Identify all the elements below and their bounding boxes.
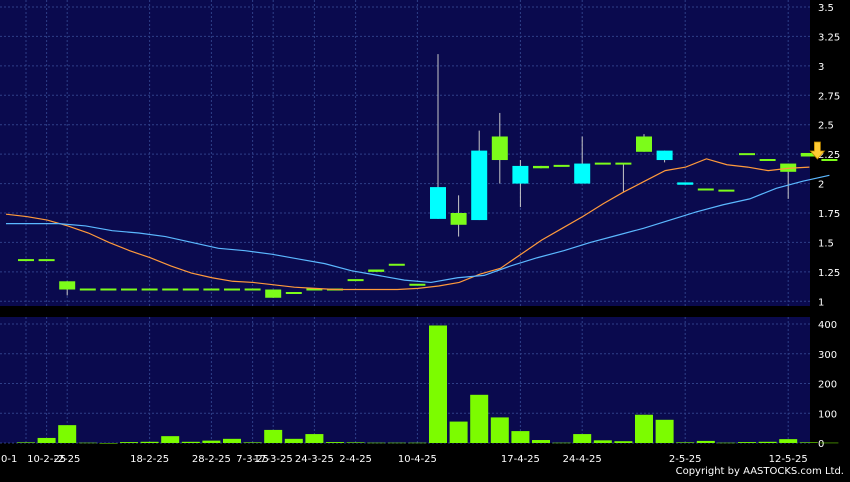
volume-bar	[58, 425, 77, 443]
x-tick-label: 2-5-25	[669, 454, 702, 465]
x-tick-label: 24-3-25	[295, 454, 334, 465]
candle-down	[471, 150, 488, 221]
volume-bar	[779, 439, 798, 443]
x-tick-label: 18-2-25	[130, 454, 169, 465]
price-tick-label: 1	[818, 297, 824, 308]
candle-up	[368, 269, 385, 272]
volume-bar	[593, 440, 612, 443]
volume-bar	[78, 442, 97, 444]
volume-bar	[161, 436, 180, 443]
price-tick-label: 2.5	[818, 121, 834, 132]
volume-bar	[17, 442, 35, 443]
volume-panel	[0, 317, 810, 443]
candle-up	[533, 165, 549, 169]
volume-bar	[758, 441, 777, 443]
x-tick-label: 10-4-25	[398, 454, 437, 465]
volume-bar	[408, 442, 427, 444]
price-tick-label: 2.75	[818, 91, 840, 102]
price-tick-label: 1.75	[818, 209, 840, 220]
volume-tick-label: 400	[818, 320, 837, 331]
volume-bar	[367, 442, 386, 444]
volume-tick-label: 200	[818, 380, 837, 391]
volume-bar	[738, 442, 756, 443]
volume-tick-label: 100	[818, 409, 837, 420]
volume-bar	[429, 325, 447, 443]
price-tick-label: 1.5	[818, 238, 834, 249]
volume-bar	[552, 442, 571, 444]
volume-bar	[305, 434, 324, 443]
x-tick-label: 12-5-25	[769, 454, 808, 465]
stock-chart: 1 1.25 1.5 1.75 2 2.25 2.5 2.75 3 3.25 3.5 0 100 200 3…	[0, 0, 850, 478]
price-tick-label: 1.25	[818, 268, 840, 279]
volume-tick-label: 300	[818, 350, 837, 361]
candle-up	[265, 289, 282, 298]
volume-bar	[99, 443, 118, 444]
volume-bar	[470, 394, 489, 443]
price-tick-label: 3.25	[818, 32, 840, 43]
volume-bar	[511, 431, 530, 443]
volume-tick-label: 0	[818, 439, 824, 450]
volume-bar	[284, 438, 303, 443]
x-tick-label: 2-4-25	[339, 454, 372, 465]
volume-bar	[799, 442, 818, 443]
candle-down	[430, 187, 446, 219]
volume-bar	[264, 429, 283, 443]
volume-bar	[449, 421, 468, 443]
volume-bar	[387, 442, 406, 444]
x-tick-label: 0-1	[1, 454, 17, 465]
volume-bar	[223, 438, 241, 443]
x-tick-label: 28-2-25	[192, 454, 231, 465]
x-tick-label: -2-25	[54, 454, 80, 465]
volume-bar	[202, 440, 221, 443]
volume-bar	[490, 417, 509, 443]
candle-up	[636, 136, 652, 152]
candle-down	[677, 182, 694, 185]
candle-down	[574, 163, 591, 184]
volume-bar	[676, 442, 695, 443]
volume-bar	[243, 442, 262, 443]
volume-bar	[140, 441, 159, 443]
candle-down	[512, 165, 529, 184]
x-tick-label: 17-4-25	[501, 454, 540, 465]
volume-bar	[120, 442, 138, 443]
volume-bar	[573, 434, 592, 443]
candle-up	[491, 136, 508, 161]
volume-bar	[717, 442, 736, 444]
volume-bar	[655, 419, 674, 443]
volume-bar	[37, 437, 56, 443]
price-tick-label: 2	[818, 180, 824, 191]
x-tick-label: 17-3-25	[254, 454, 293, 465]
copyright-text: Copyright by AASTOCKS.com Ltd.	[675, 466, 844, 477]
volume-bar	[346, 442, 365, 443]
volume-bar	[532, 440, 550, 443]
volume-bar	[696, 440, 715, 443]
volume-bar	[326, 442, 344, 443]
volume-bar	[181, 441, 200, 443]
volume-bar	[614, 441, 633, 443]
price-panel	[0, 0, 810, 306]
volume-bar	[635, 414, 653, 443]
price-tick-label: 3	[818, 62, 824, 73]
volume-bar	[820, 442, 839, 444]
x-tick-label: 24-4-25	[563, 454, 602, 465]
candle-down	[656, 150, 673, 161]
price-tick-label: 3.5	[818, 3, 834, 14]
chart-canvas: 11.251.51.7522.252.52.7533.253.501002003…	[0, 0, 840, 465]
candle-up	[450, 213, 467, 225]
candle-up	[59, 281, 76, 290]
